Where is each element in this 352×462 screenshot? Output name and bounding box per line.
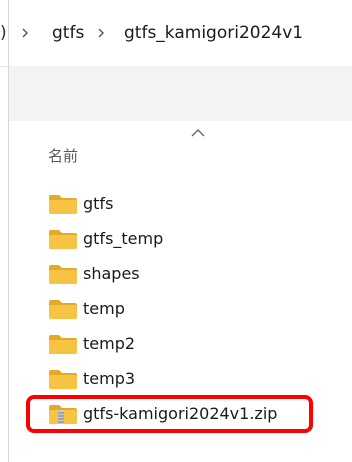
- breadcrumb-truncated: ): [0, 23, 7, 43]
- command-bar: [9, 66, 352, 121]
- explorer-window: ) gtfs gtfs_kamigori2024v1 名前 gtfs gtfs_…: [0, 0, 352, 462]
- column-header-name[interactable]: 名前: [48, 146, 78, 166]
- sort-ascending-icon[interactable]: [190, 128, 206, 138]
- breadcrumb: ) gtfs gtfs_kamigori2024v1: [0, 0, 352, 67]
- chevron-right-icon: [98, 28, 104, 38]
- breadcrumb-item-current[interactable]: gtfs_kamigori2024v1: [124, 22, 303, 44]
- list-item-label: temp2: [83, 334, 136, 353]
- list-item[interactable]: shapes: [48, 261, 328, 287]
- list-item[interactable]: temp: [48, 296, 328, 322]
- folder-icon: [49, 370, 77, 389]
- list-item-label: temp3: [83, 369, 136, 388]
- folder-icon: [49, 230, 77, 249]
- folder-icon: [49, 300, 77, 319]
- list-item-label: temp: [83, 299, 125, 318]
- folder-icon: [49, 195, 77, 214]
- list-item[interactable]: temp3: [48, 366, 328, 392]
- list-item[interactable]: gtfs_temp: [48, 226, 328, 252]
- list-item[interactable]: gtfs: [48, 191, 328, 217]
- highlight-box: [26, 395, 313, 433]
- list-item-label: gtfs_temp: [83, 229, 164, 248]
- list-item-label: shapes: [83, 264, 140, 283]
- list-item[interactable]: temp2: [48, 331, 328, 357]
- folder-icon: [49, 335, 77, 354]
- list-item-label: gtfs: [83, 194, 114, 213]
- breadcrumb-item-gtfs[interactable]: gtfs: [52, 22, 84, 44]
- chevron-right-icon: [22, 28, 28, 38]
- folder-icon: [49, 265, 77, 284]
